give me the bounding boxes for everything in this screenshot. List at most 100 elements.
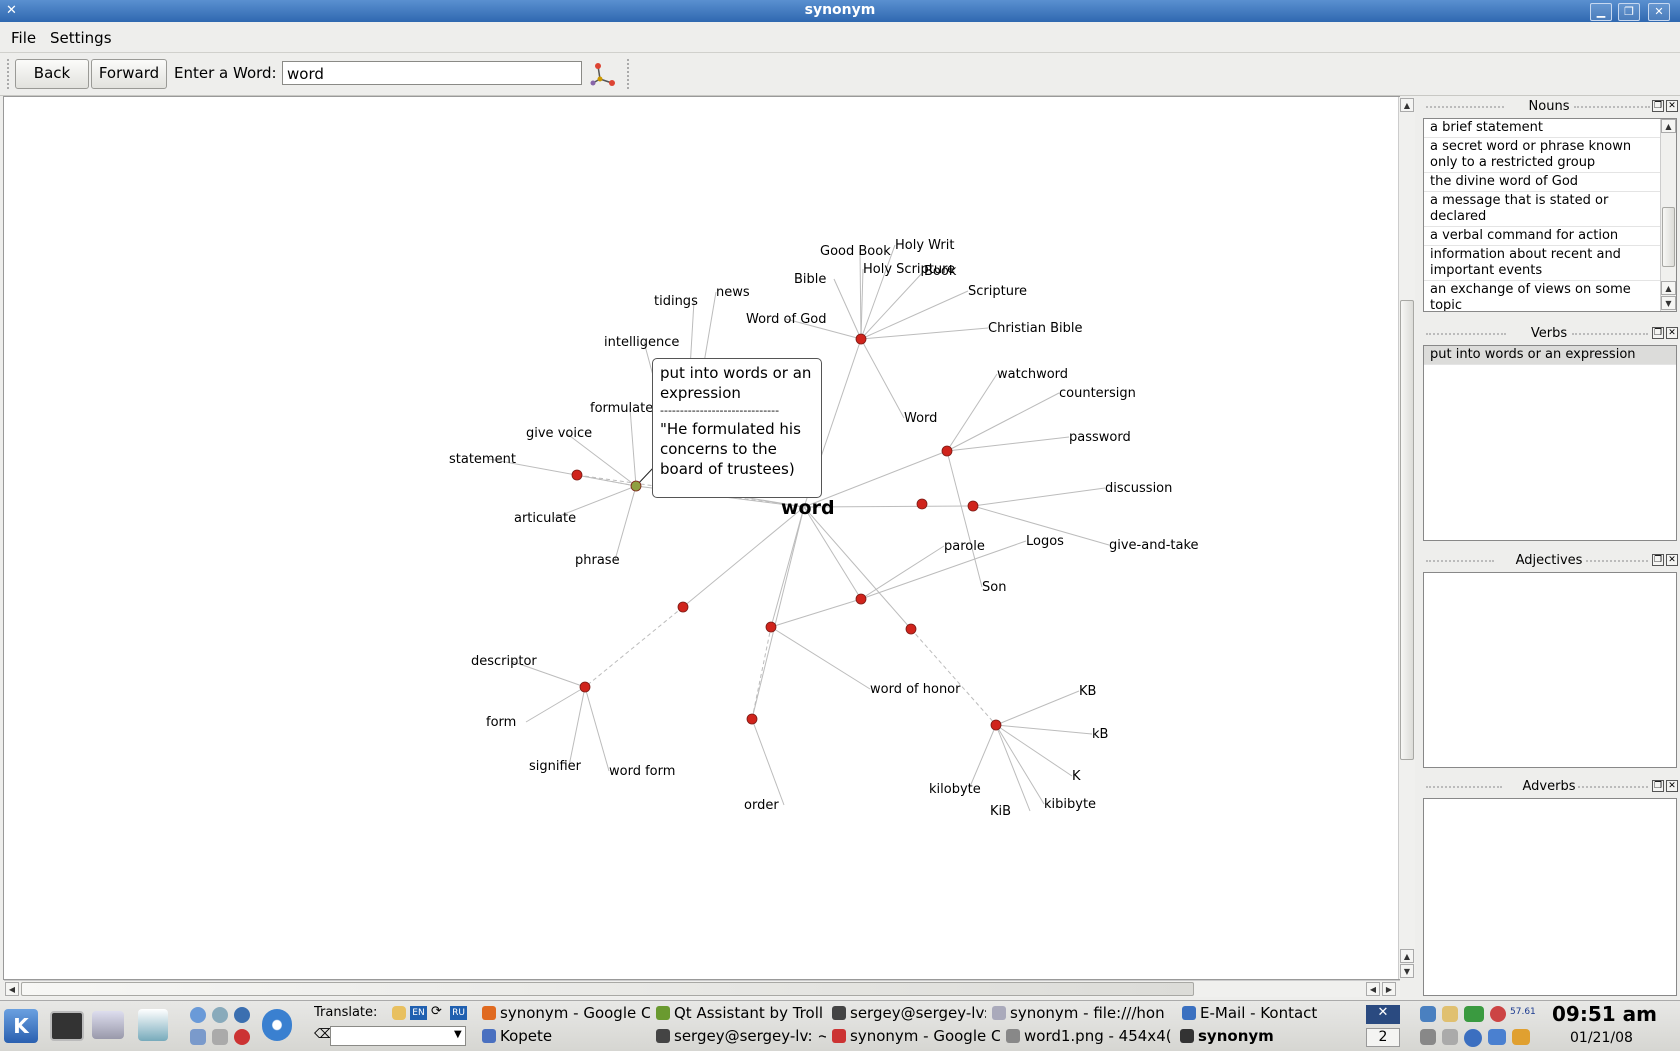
synset-node[interactable] [855, 333, 867, 345]
tray-icon-8[interactable] [1464, 1029, 1482, 1047]
graph-label[interactable]: form [486, 715, 516, 730]
synset-node[interactable] [941, 445, 953, 457]
tray-icon-10[interactable] [1512, 1029, 1530, 1045]
swap-lang-icon[interactable]: ⟳ [431, 1004, 442, 1019]
scroll-up-button[interactable]: ▲ [1400, 98, 1414, 112]
graph-label[interactable]: news [716, 285, 750, 300]
volume-icon[interactable] [1420, 1006, 1436, 1022]
graph-label[interactable]: Good Book [820, 244, 891, 259]
vertical-scroll-thumb[interactable] [1400, 300, 1414, 760]
graph-label[interactable]: kB [1092, 727, 1108, 742]
toolbar-grip[interactable] [7, 59, 12, 89]
terminal-icon[interactable] [50, 1011, 84, 1041]
synset-node[interactable] [677, 601, 689, 613]
nouns-scroll-thumb[interactable] [1662, 207, 1675, 267]
graph-label[interactable]: discussion [1105, 481, 1172, 496]
adjectives-close-button[interactable]: ✕ [1666, 554, 1678, 566]
taskbar-task[interactable]: sergey@sergey-lv: ~ [656, 1027, 826, 1045]
adverbs-close-button[interactable]: ✕ [1666, 780, 1678, 792]
synset-node[interactable] [571, 469, 583, 481]
launcher-icon-4[interactable] [190, 1029, 206, 1045]
verbs-close-button[interactable]: ✕ [1666, 327, 1678, 339]
word-input[interactable]: word [282, 61, 582, 85]
tray-icon-7[interactable] [1442, 1029, 1458, 1045]
chevron-down-icon[interactable]: ▼ [454, 1029, 462, 1040]
minimize-button[interactable]: ▁ [1590, 3, 1612, 21]
back-button[interactable]: Back [15, 59, 89, 89]
horizontal-scroll-thumb[interactable] [21, 982, 1194, 996]
synset-node[interactable] [967, 500, 979, 512]
graph-label[interactable]: order [744, 798, 779, 813]
synset-node[interactable] [916, 498, 928, 510]
taskbar-task[interactable]: Kopete [482, 1027, 650, 1045]
synset-node[interactable] [905, 623, 917, 635]
k-menu-icon[interactable]: K [4, 1009, 38, 1043]
forward-button[interactable]: Forward [91, 59, 167, 89]
launcher-icon-1[interactable] [190, 1007, 206, 1023]
synset-node[interactable] [579, 681, 591, 693]
adjectives-float-button[interactable]: ❐ [1652, 554, 1664, 566]
nouns-scroll-down[interactable]: ▼ [1661, 296, 1676, 310]
nouns-scrollbar[interactable]: ▲ ▲ ▼ [1660, 119, 1676, 311]
tray-icon-6[interactable] [1420, 1029, 1436, 1045]
graph-label[interactable]: countersign [1059, 386, 1136, 401]
taskbar-task[interactable]: E-Mail - Kontact [1182, 1004, 1334, 1022]
graph-label[interactable]: parole [944, 539, 985, 554]
graph-label[interactable]: Holy Writ [895, 238, 955, 253]
maximize-button[interactable]: ❐ [1618, 3, 1640, 21]
verbs-item[interactable]: put into words or an expression [1424, 346, 1676, 365]
update-icon[interactable] [1490, 1006, 1506, 1022]
network-icon[interactable] [1464, 1006, 1484, 1022]
graph-label[interactable]: formulate [590, 401, 653, 416]
adjectives-list[interactable] [1423, 572, 1677, 768]
synset-node[interactable] [746, 713, 758, 725]
adverbs-float-button[interactable]: ❐ [1652, 780, 1664, 792]
nouns-float-button[interactable]: ❐ [1652, 100, 1664, 112]
nouns-item[interactable]: a brief statement [1424, 119, 1660, 138]
scroll-down-button[interactable]: ▲ [1400, 949, 1414, 963]
nouns-item[interactable]: an exchange of views on some topic [1424, 281, 1660, 311]
graph-label[interactable]: statement [449, 452, 516, 467]
nouns-item[interactable]: a verbal command for action [1424, 227, 1660, 246]
graph-label[interactable]: K [1072, 769, 1081, 784]
menu-settings[interactable]: Settings [50, 29, 112, 47]
graph-label[interactable]: watchword [997, 367, 1068, 382]
taskbar-task[interactable]: sergey@sergey-lv: ~ [832, 1004, 986, 1022]
graph-label[interactable]: word of honor [870, 682, 961, 697]
graph-label[interactable]: Book [924, 264, 957, 279]
graph-label[interactable]: word form [609, 764, 675, 779]
editor-icon[interactable] [138, 1009, 168, 1041]
graph-label[interactable]: signifier [529, 759, 582, 774]
graph-label[interactable]: password [1069, 430, 1131, 445]
graph-label[interactable]: Christian Bible [988, 321, 1083, 336]
scroll-left-button-2[interactable]: ◀ [1366, 982, 1380, 996]
scroll-right-button[interactable]: ▶ [1382, 982, 1396, 996]
adverbs-list[interactable] [1423, 798, 1677, 996]
graph-label[interactable]: Logos [1026, 534, 1064, 549]
graph-label[interactable]: Word of God [746, 312, 827, 327]
close-button[interactable]: ✕ [1648, 3, 1670, 21]
lang-ru-button[interactable]: RU [450, 1006, 467, 1020]
nouns-item[interactable]: a message that is stated or declared [1424, 192, 1660, 227]
nouns-panel-title[interactable]: Nouns [1422, 98, 1676, 116]
translate-input[interactable] [330, 1026, 466, 1046]
center-word[interactable]: word [781, 497, 835, 519]
graph-label[interactable]: kilobyte [929, 782, 981, 797]
graph-label[interactable]: give voice [526, 426, 592, 441]
word-graph[interactable]: Good Book Holy WritHoly ScriptureBookBibl… [4, 97, 1399, 979]
nouns-close-button[interactable]: ✕ [1666, 100, 1678, 112]
graph-label[interactable]: kibibyte [1044, 797, 1096, 812]
graph-label[interactable]: Son [982, 580, 1006, 595]
synset-node[interactable] [990, 719, 1002, 731]
verbs-list[interactable]: put into words or an expression [1423, 345, 1677, 541]
taskbar-task[interactable]: synonym - Google C [832, 1027, 1000, 1045]
nouns-item[interactable]: the divine word of God [1424, 173, 1660, 192]
menu-file[interactable]: File [11, 29, 36, 47]
launcher-icon-3[interactable] [234, 1007, 250, 1023]
adjectives-panel-title[interactable]: Adjectives [1422, 552, 1676, 570]
opera-icon[interactable] [234, 1029, 250, 1045]
graph-label[interactable]: intelligence [604, 335, 679, 350]
graph-label[interactable]: phrase [575, 553, 620, 568]
settings-gear-icon[interactable] [262, 1009, 292, 1041]
scroll-down-button-2[interactable]: ▼ [1400, 964, 1414, 978]
